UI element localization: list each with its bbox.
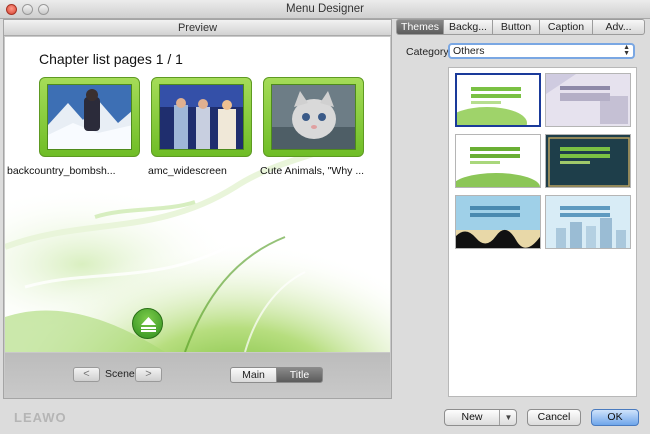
thumbnail-image-snowboarder — [47, 84, 132, 150]
chapter-label-1: backcountry_bombsh... — [7, 165, 116, 177]
new-button-label: New — [461, 411, 483, 423]
thumbnail-image-kitten — [271, 84, 356, 150]
ok-button[interactable]: OK — [591, 409, 639, 426]
eject-icon — [141, 317, 156, 332]
new-button[interactable]: New ▼ — [444, 409, 517, 426]
new-dropdown-icon[interactable]: ▼ — [499, 410, 517, 425]
preview-canvas: Chapter list pages 1 / 1 backcountry_bom… — [5, 37, 390, 352]
scene-prev-button[interactable]: < — [73, 367, 100, 382]
theme-option-6[interactable] — [545, 195, 631, 249]
chevron-right-icon: > — [145, 368, 152, 380]
leawo-logo: LEAWO — [14, 410, 67, 425]
thumbnail-image-wedding — [159, 84, 244, 150]
title-menu-toggle[interactable]: Title — [276, 367, 323, 383]
chapter-thumbnail-2[interactable] — [151, 77, 252, 157]
tab-advanced[interactable]: Adv... — [593, 19, 645, 35]
theme-option-2[interactable] — [545, 73, 631, 127]
cancel-button[interactable]: Cancel — [527, 409, 581, 426]
title-bar: Menu Designer — [0, 0, 650, 19]
category-label: Category — [406, 46, 449, 58]
tab-button[interactable]: Button — [493, 19, 540, 35]
settings-panel: Themes Backg... Button Caption Adv... Ca… — [396, 19, 647, 399]
theme-option-1[interactable] — [455, 73, 541, 127]
theme-option-4[interactable] — [545, 134, 631, 188]
settings-tabs: Themes Backg... Button Caption Adv... — [396, 19, 647, 35]
chapter-thumbnail-3[interactable] — [263, 77, 364, 157]
theme-gallery — [448, 67, 637, 397]
preview-header: Preview — [4, 20, 391, 36]
category-select[interactable]: Others ▲ ▼ — [448, 43, 635, 59]
eject-play-button[interactable] — [132, 308, 163, 339]
category-value: Others — [453, 45, 485, 57]
theme-option-5[interactable] — [455, 195, 541, 249]
scene-next-button[interactable]: > — [135, 367, 162, 382]
window-title: Menu Designer — [286, 3, 364, 15]
select-arrows-icon: ▲ ▼ — [623, 44, 630, 57]
menu-designer-window: Menu Designer Preview Chapter list pages… — [0, 0, 650, 434]
scene-navigation-bar: < Scene > Main Title — [5, 353, 390, 398]
preview-panel: Preview Chapter list pages 1 / 1 backcou… — [3, 19, 392, 399]
tab-caption[interactable]: Caption — [540, 19, 593, 35]
chapter-list-title: Chapter list pages 1 / 1 — [39, 51, 183, 67]
chapter-label-3: Cute Animals, "Why ... — [260, 165, 365, 177]
chapter-thumbnail-1[interactable] — [39, 77, 140, 157]
tab-background[interactable]: Backg... — [444, 19, 493, 35]
chevron-left-icon: < — [83, 368, 90, 380]
tab-themes[interactable]: Themes — [396, 19, 444, 35]
main-menu-toggle[interactable]: Main — [230, 367, 277, 383]
chapter-label-2: amc_widescreen — [148, 165, 227, 177]
theme-option-3[interactable] — [455, 134, 541, 188]
scene-label: Scene — [105, 368, 135, 380]
